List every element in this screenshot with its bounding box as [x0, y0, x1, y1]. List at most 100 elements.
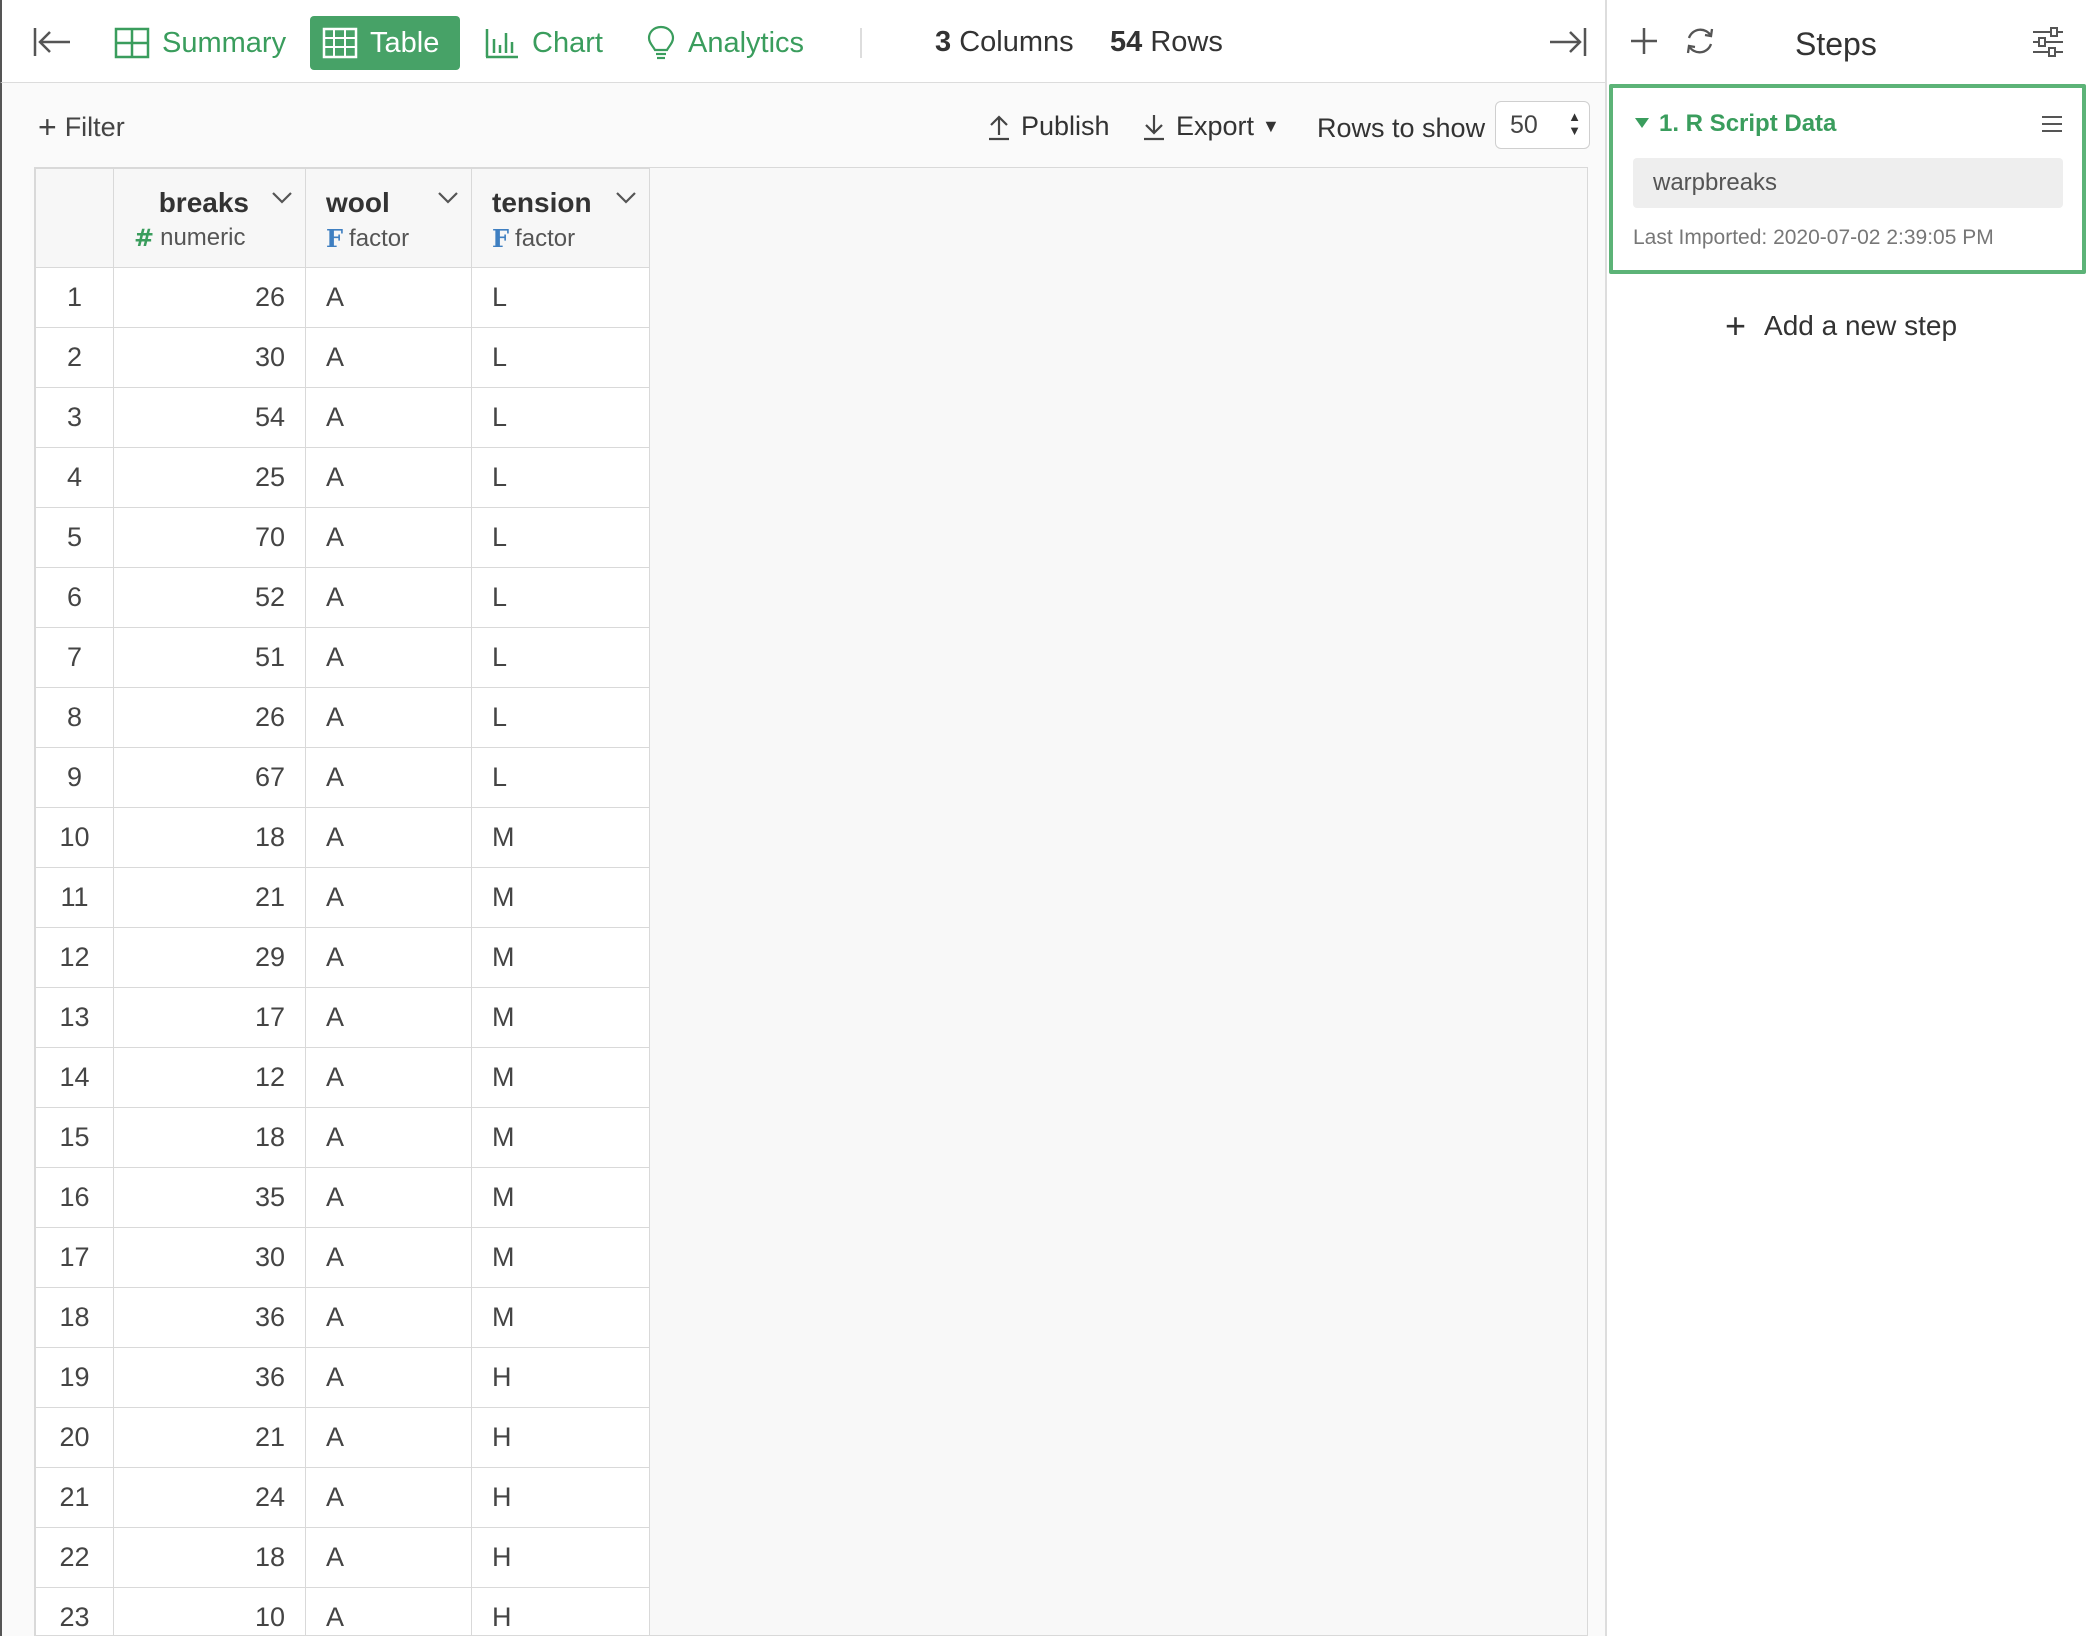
cell-tension[interactable]: M: [471, 1287, 650, 1348]
cell-tension[interactable]: H: [471, 1527, 650, 1588]
cell-wool[interactable]: A: [305, 447, 472, 508]
tab-summary[interactable]: Summary: [102, 16, 298, 70]
cell-wool[interactable]: A: [305, 807, 472, 868]
cell-wool[interactable]: A: [305, 1347, 472, 1408]
cell-tension[interactable]: M: [471, 807, 650, 868]
cell-tension[interactable]: L: [471, 327, 650, 388]
chevron-down-icon[interactable]: [437, 191, 459, 205]
cell-breaks[interactable]: 51: [113, 627, 306, 688]
hamburger-menu-icon[interactable]: [2040, 114, 2064, 134]
table-row: 19 36 A H: [35, 1347, 650, 1408]
cell-breaks[interactable]: 54: [113, 387, 306, 448]
table-row: 5 70 A L: [35, 507, 650, 568]
cell-tension[interactable]: L: [471, 387, 650, 448]
cell-wool[interactable]: A: [305, 1287, 472, 1348]
cell-breaks[interactable]: 10: [113, 1587, 306, 1635]
cell-tension[interactable]: M: [471, 1227, 650, 1288]
column-header-wool[interactable]: wool F factor: [305, 168, 472, 268]
cell-breaks[interactable]: 52: [113, 567, 306, 628]
column-type-label: factor: [349, 224, 410, 252]
cell-wool[interactable]: A: [305, 1047, 472, 1108]
columns-count-label: Columns: [959, 26, 1074, 58]
cell-tension[interactable]: M: [471, 1167, 650, 1228]
cell-tension[interactable]: L: [471, 447, 650, 508]
rows-to-show-select[interactable]: 50 ▲ ▼: [1495, 101, 1590, 149]
cell-breaks[interactable]: 21: [113, 867, 306, 928]
cell-wool[interactable]: A: [305, 927, 472, 988]
step-card[interactable]: 1. R Script Data warpbreaks Last Importe…: [1609, 84, 2086, 274]
export-button[interactable]: Export ▼: [1142, 111, 1280, 142]
collapse-left-icon[interactable]: [32, 24, 72, 60]
cell-wool[interactable]: A: [305, 1407, 472, 1468]
cell-breaks[interactable]: 30: [113, 327, 306, 388]
cell-breaks[interactable]: 18: [113, 1527, 306, 1588]
cell-breaks[interactable]: 30: [113, 1227, 306, 1288]
add-step-button[interactable]: + Add a new step: [1725, 308, 1957, 344]
cell-tension[interactable]: M: [471, 867, 650, 928]
column-header-breaks[interactable]: breaks # numeric: [113, 168, 306, 268]
tab-analytics[interactable]: Analytics: [634, 16, 816, 70]
cell-breaks[interactable]: 67: [113, 747, 306, 808]
cell-tension[interactable]: M: [471, 927, 650, 988]
cell-breaks[interactable]: 25: [113, 447, 306, 508]
cell-breaks[interactable]: 21: [113, 1407, 306, 1468]
cell-breaks[interactable]: 36: [113, 1287, 306, 1348]
cell-tension[interactable]: M: [471, 1107, 650, 1168]
cell-tension[interactable]: L: [471, 627, 650, 688]
cell-breaks[interactable]: 70: [113, 507, 306, 568]
cell-tension[interactable]: L: [471, 507, 650, 568]
cell-tension[interactable]: M: [471, 1047, 650, 1108]
cell-breaks[interactable]: 18: [113, 807, 306, 868]
cell-breaks[interactable]: 26: [113, 687, 306, 748]
caret-down-icon[interactable]: [1635, 118, 1649, 128]
cell-wool[interactable]: A: [305, 567, 472, 628]
cell-wool[interactable]: A: [305, 747, 472, 808]
cell-breaks[interactable]: 12: [113, 1047, 306, 1108]
cell-wool[interactable]: A: [305, 267, 472, 328]
cell-wool[interactable]: A: [305, 1227, 472, 1288]
row-index-header: [35, 168, 114, 268]
cell-tension[interactable]: H: [471, 1347, 650, 1408]
cell-tension[interactable]: L: [471, 267, 650, 328]
cell-tension[interactable]: H: [471, 1407, 650, 1468]
tab-chart[interactable]: Chart: [472, 16, 615, 70]
refresh-icon[interactable]: [1683, 24, 1717, 58]
cell-breaks[interactable]: 26: [113, 267, 306, 328]
row-index: 4: [35, 447, 114, 508]
cell-tension[interactable]: H: [471, 1587, 650, 1635]
cell-breaks[interactable]: 29: [113, 927, 306, 988]
cell-wool[interactable]: A: [305, 687, 472, 748]
cell-tension[interactable]: H: [471, 1467, 650, 1528]
sliders-settings-icon[interactable]: [2031, 26, 2065, 58]
cell-wool[interactable]: A: [305, 1587, 472, 1635]
cell-breaks[interactable]: 35: [113, 1167, 306, 1228]
cell-wool[interactable]: A: [305, 1527, 472, 1588]
column-name: tension: [492, 187, 592, 218]
cell-breaks[interactable]: 36: [113, 1347, 306, 1408]
chevron-down-icon[interactable]: [615, 191, 637, 205]
cell-wool[interactable]: A: [305, 1167, 472, 1228]
cell-wool[interactable]: A: [305, 507, 472, 568]
cell-wool[interactable]: A: [305, 387, 472, 448]
cell-wool[interactable]: A: [305, 867, 472, 928]
publish-button[interactable]: Publish: [987, 111, 1110, 142]
cell-tension[interactable]: L: [471, 687, 650, 748]
table-body: 1 26 A L 2 30 A L 3 54 A L 4 25 A L 5 70 A L 6 52 A L 7 51 A L 8 26 A L…: [35, 267, 650, 1635]
expand-right-icon[interactable]: [1548, 24, 1588, 60]
chevron-down-icon[interactable]: [271, 191, 293, 205]
cell-breaks[interactable]: 18: [113, 1107, 306, 1168]
cell-tension[interactable]: M: [471, 987, 650, 1048]
cell-tension[interactable]: L: [471, 747, 650, 808]
cell-wool[interactable]: A: [305, 1467, 472, 1528]
cell-wool[interactable]: A: [305, 627, 472, 688]
add-icon[interactable]: [1627, 24, 1661, 58]
cell-wool[interactable]: A: [305, 1107, 472, 1168]
filter-button[interactable]: + Filter: [38, 111, 125, 143]
cell-wool[interactable]: A: [305, 987, 472, 1048]
cell-wool[interactable]: A: [305, 327, 472, 388]
cell-breaks[interactable]: 17: [113, 987, 306, 1048]
tab-table[interactable]: Table: [310, 16, 460, 70]
cell-breaks[interactable]: 24: [113, 1467, 306, 1528]
cell-tension[interactable]: L: [471, 567, 650, 628]
column-header-tension[interactable]: tension F factor: [471, 168, 650, 268]
